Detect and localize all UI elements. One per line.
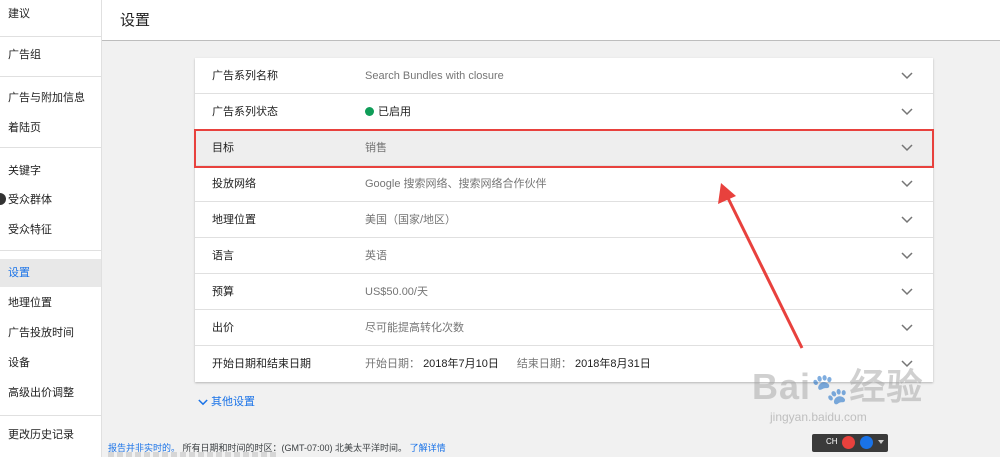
ime-toolbar[interactable]: CH — [812, 434, 888, 452]
sogou-icon — [842, 436, 855, 449]
other-settings-toggle[interactable]: 其他设置 — [198, 393, 255, 409]
chevron-down-icon — [198, 399, 208, 406]
ime-language-label: CH — [826, 437, 838, 446]
menu-arrow-icon — [878, 440, 884, 444]
help-icon — [860, 436, 873, 449]
footer-secondary-text — [108, 452, 278, 457]
watermark-url: jingyan.baidu.com — [770, 410, 867, 424]
watermark-logo: Bai🐾经验 — [752, 366, 924, 407]
other-settings-label: 其他设置 — [211, 396, 255, 408]
learn-more-link[interactable]: 了解详情 — [410, 443, 446, 453]
